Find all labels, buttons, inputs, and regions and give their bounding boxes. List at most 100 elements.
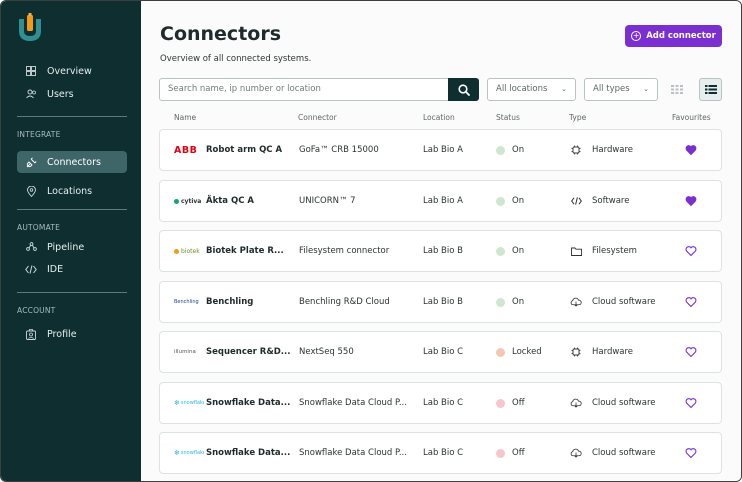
sidebar-item-overview[interactable]: Overview [17,60,127,82]
table-row[interactable]: Benchling Benchling Benchling R&D Cloud … [159,281,722,323]
connector-location: Lab Bio C [423,398,464,408]
app-window: Overview Users INTEGRATE Connectors Loca… [0,0,742,482]
location-select[interactable]: All locations ⌄ [487,78,576,101]
status-badge: On [496,282,562,322]
cloud-icon [570,297,582,307]
brand-mark-icon [174,198,179,204]
connector-name: Snowflake Data... [206,398,291,408]
search-input[interactable]: Search name, ip number or location [159,78,448,101]
sidebar-item-profile[interactable]: Profile [17,323,127,345]
table-row[interactable]: biotek Biotek Plate R... Filesystem conn… [159,230,722,272]
table-row[interactable]: ❄ snowflake Snowflake Data... Snowflake D… [159,382,722,424]
sidebar-item-ide[interactable]: IDE [17,258,127,280]
status-dot [496,196,505,206]
favourite-heart-icon[interactable] [685,195,697,207]
connector-name: Biotek Plate R... [206,246,284,256]
sidebar-item-label: Overview [47,65,92,77]
connector-location: Lab Bio C [423,347,464,357]
sidebar-item-label: Users [47,88,74,100]
connector-type: Cloud software [570,383,680,423]
connector-product: Filesystem connector [299,246,390,256]
sidebar-item-label: Pipeline [47,241,85,253]
add-connector-label: Add connector [646,31,716,41]
snowflake-icon: ❄ [174,399,180,407]
sidebar-item-connectors[interactable]: Connectors [17,151,127,173]
favourite-heart-icon[interactable] [685,447,697,459]
code-icon [25,263,37,275]
favourite-heart-icon[interactable] [685,346,697,358]
connector-type: Cloud software [570,433,680,473]
connector-name: Robot arm QC A [206,145,283,155]
cloud-icon [570,448,582,458]
connector-name: Äkta QC A [206,196,254,206]
status-badge: On [496,130,562,170]
status-dot [496,246,505,256]
table-row[interactable]: ABB Robot arm QC A GoFa™ CRB 15000 Lab B… [159,129,722,171]
column-header-name: Name [174,113,197,122]
favourite-heart-icon[interactable] [685,397,697,409]
page-subtitle: Overview of all connected systems. [160,54,312,64]
plus-circle-icon: + [631,31,642,41]
connector-name: Sequencer R&D... [206,347,291,357]
sidebar-item-users[interactable]: Users [17,83,127,105]
search-button[interactable] [448,78,479,101]
status-badge: Locked [496,332,562,372]
favourite-heart-icon[interactable] [685,144,697,156]
section-label-integrate: INTEGRATE [17,130,61,139]
column-header-favourites: Favourites [672,113,711,122]
list-view-button[interactable] [699,78,722,101]
type-select-value: All types [593,84,630,94]
status-dot [496,145,505,155]
table-row[interactable]: illumina Sequencer R&D... NextSeq 550 La… [159,331,722,373]
connector-product: Snowflake Data Cloud P... [299,448,407,458]
connector-product: UNICORN™ 7 [299,196,356,206]
sidebar-item-label: Connectors [47,156,101,168]
status-dot [496,448,505,458]
type-select[interactable]: All types ⌄ [584,78,658,101]
connector-type: Filesystem [570,231,680,271]
status-badge: On [496,181,562,221]
profile-icon [25,328,37,340]
column-header-status: Status [496,113,520,122]
connector-type: Software [570,181,680,221]
brand-logo: Benchling [174,299,199,305]
connector-location: Lab Bio B [423,297,463,307]
chevron-down-icon: ⌄ [643,85,649,93]
status-dot [496,398,505,408]
users-icon [25,88,37,100]
dashboard-icon [25,65,37,77]
status-dot [496,297,505,307]
sidebar-item-label: IDE [47,263,64,275]
sidebar-divider [17,292,127,293]
sidebar-item-label: Locations [47,185,93,197]
grid-view-button[interactable] [668,80,686,98]
app-logo-icon[interactable] [17,13,43,43]
plug-icon [25,156,37,168]
status-badge: Off [496,383,562,423]
page-title: Connectors [160,23,282,45]
add-connector-button[interactable]: + Add connector [625,25,722,47]
column-header-type: Type [569,113,587,122]
brand-logo: ABB [174,144,198,156]
brand-mark-icon [174,248,179,254]
favourite-heart-icon[interactable] [685,296,697,308]
brand-logo: cytiva [174,181,202,221]
table-row[interactable]: cytiva Äkta QC A UNICORN™ 7 Lab Bio A On… [159,180,722,222]
favourite-heart-icon[interactable] [685,245,697,257]
sidebar: Overview Users INTEGRATE Connectors Loca… [1,1,141,481]
table-row[interactable]: ❄ snowflake Snowflake Data... Snowflake D… [159,432,722,474]
connector-product: GoFa™ CRB 15000 [299,145,379,155]
sidebar-item-locations[interactable]: Locations [17,180,127,202]
code-icon [570,197,582,205]
status-badge: On [496,231,562,271]
sidebar-item-pipeline[interactable]: Pipeline [17,236,127,258]
section-label-account: ACCOUNT [17,306,56,315]
status-badge: Off [496,433,562,473]
connector-type: Cloud software [570,282,680,322]
location-select-value: All locations [496,84,548,94]
location-pin-icon [25,185,37,197]
connector-product: Snowflake Data Cloud P... [299,398,407,408]
grid-icon [671,84,683,94]
connector-name: Snowflake Data... [206,448,291,458]
chip-icon [570,347,582,357]
